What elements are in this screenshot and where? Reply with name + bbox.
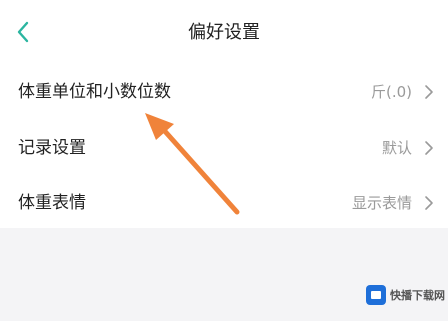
setting-label: 记录设置: [18, 138, 86, 158]
setting-value: 显示表情: [351, 194, 412, 212]
setting-row-weight-unit[interactable]: 体重单位和小数位数 斤(.0): [0, 64, 448, 120]
nav-bar: 偏好设置: [0, 0, 448, 66]
setting-value: 默认: [381, 139, 412, 157]
setting-label: 体重表情: [18, 193, 86, 213]
preferences-screen: 偏好设置 体重单位和小数位数 斤(.0) 记录设置 默认 体重表情 显示表情 快…: [0, 0, 448, 321]
setting-row-record[interactable]: 记录设置 默认: [0, 120, 448, 176]
chevron-right-icon: [425, 85, 433, 99]
watermark: 快播下载网: [366, 283, 445, 307]
chevron-right-icon: [425, 141, 433, 155]
watermark-logo: [366, 285, 386, 305]
page-title: 偏好设置: [188, 22, 260, 43]
chevron-right-icon: [425, 196, 433, 210]
setting-label: 体重单位和小数位数: [18, 82, 171, 102]
watermark-text: 快播下载网: [390, 289, 445, 302]
setting-row-weight-emoji[interactable]: 体重表情 显示表情: [0, 175, 448, 231]
setting-value: 斤(.0): [370, 83, 412, 101]
settings-panel: 偏好设置 体重单位和小数位数 斤(.0) 记录设置 默认 体重表情 显示表情: [0, 0, 448, 228]
